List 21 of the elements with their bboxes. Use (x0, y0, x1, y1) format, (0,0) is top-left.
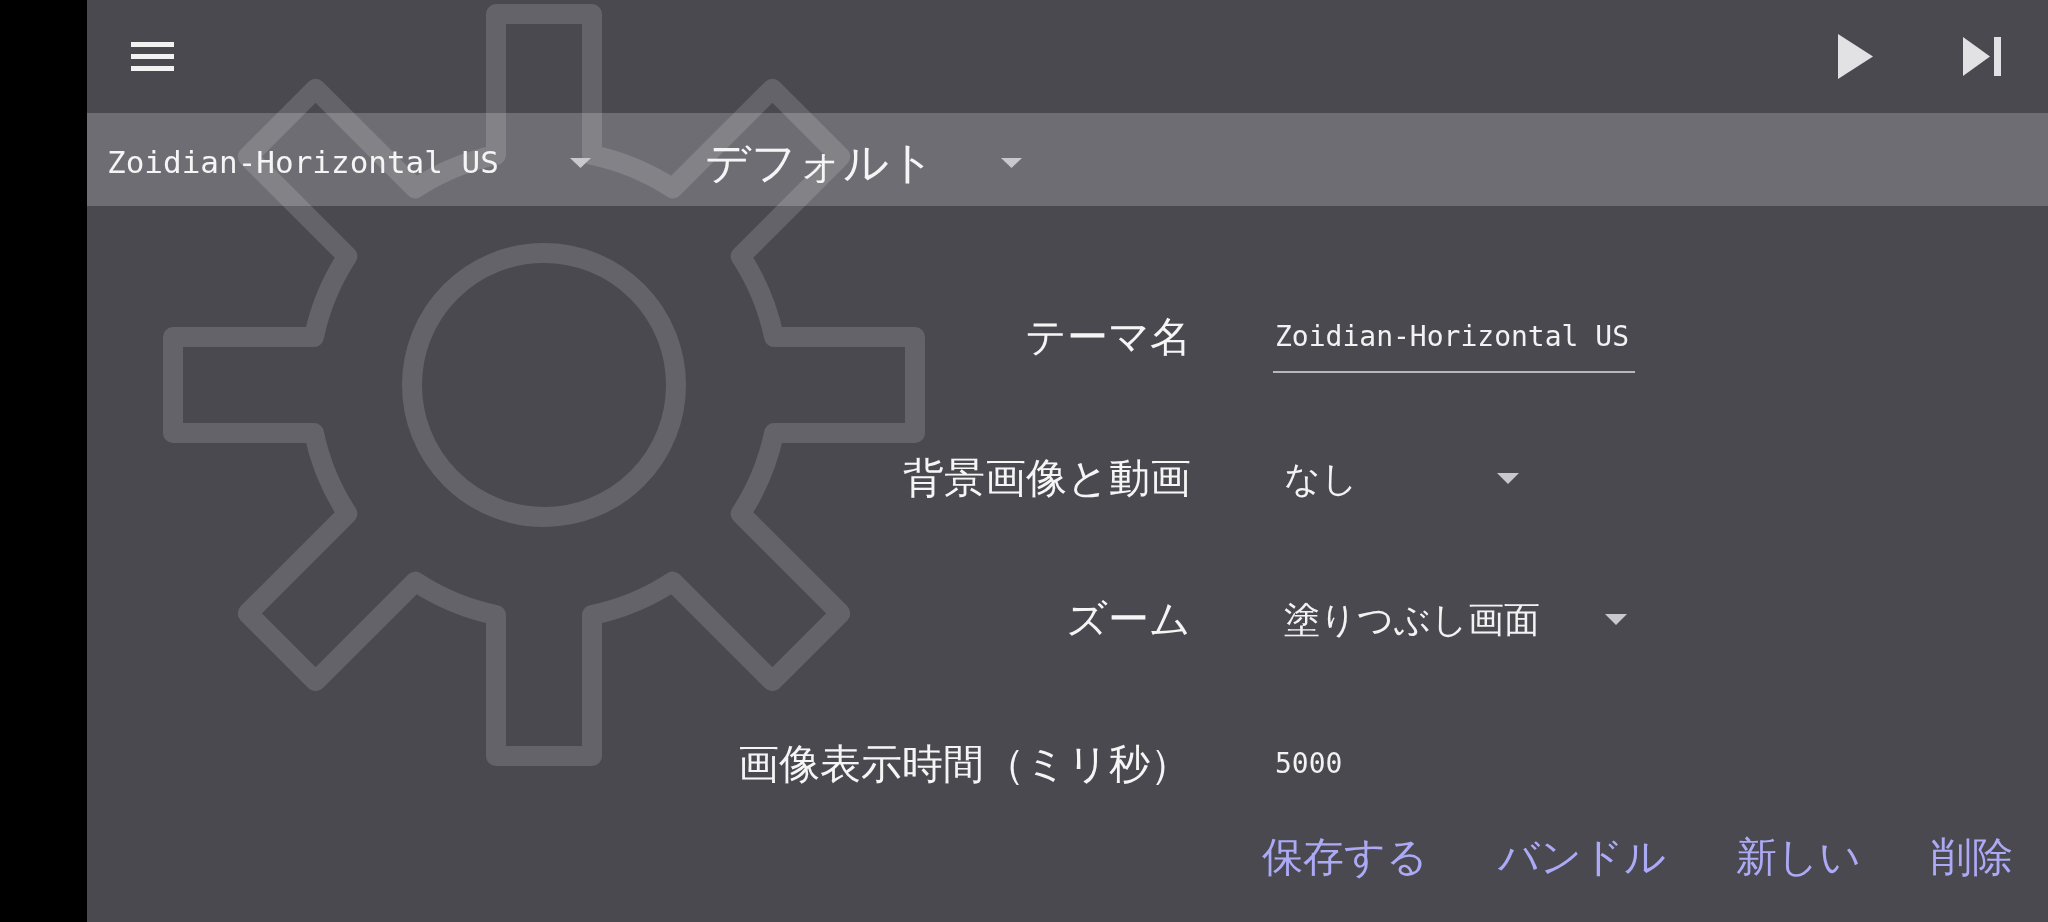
action-link[interactable]: 保存する (1244, 828, 1446, 886)
field-label: テーマ名 (1025, 317, 1191, 358)
dropdown[interactable]: Zoidian-Horizontal US (107, 141, 591, 178)
field-label: 背景画像と動画 (903, 458, 1191, 499)
action-link[interactable]: 削除 (1913, 828, 2031, 886)
caret-icon (1497, 473, 1519, 484)
dropdown[interactable]: デフォルト (704, 134, 1022, 185)
menu-icon (131, 42, 174, 71)
caret-icon (1605, 614, 1627, 625)
caret-icon (569, 157, 591, 168)
dropdown[interactable]: 塗りつぶし画面 (1273, 584, 1627, 655)
text-field[interactable]: Zoidian-Horizontal US (1273, 302, 1635, 373)
text-field[interactable]: 5000 (1273, 729, 1635, 792)
field-label: 画像表示時間（ミリ秒） (738, 744, 1191, 785)
caret-icon (1000, 157, 1022, 168)
skip-next-icon (1963, 37, 2001, 76)
field-label: ズーム (1066, 599, 1191, 640)
play-icon (1838, 34, 1873, 79)
action-link[interactable]: バンドル (1480, 828, 1684, 886)
action-link[interactable]: 新しい (1718, 828, 1879, 886)
dropdown[interactable]: なし (1273, 443, 1519, 514)
